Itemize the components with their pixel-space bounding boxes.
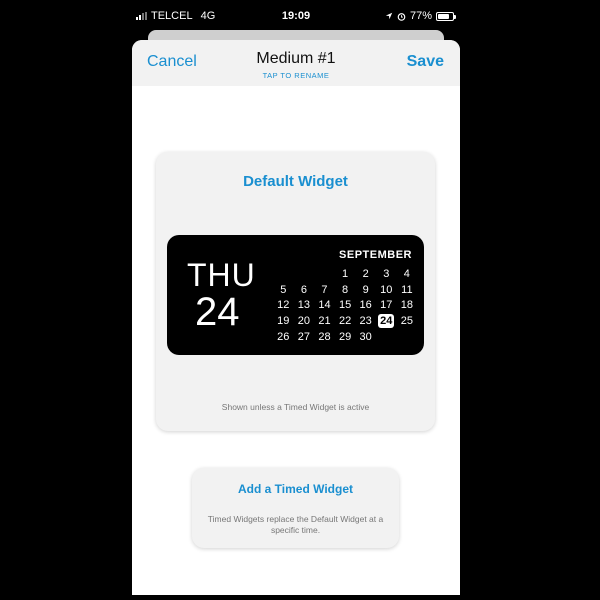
add-timed-widget-title: Add a Timed Widget — [237, 482, 353, 496]
calendar-day: 29 — [335, 329, 356, 345]
battery-icon — [436, 11, 456, 21]
calendar-day: 6 — [294, 282, 315, 298]
calendar-day: 20 — [294, 313, 315, 329]
calendar-day-number: 19 — [277, 315, 290, 328]
month-label: SEPTEMBER — [339, 249, 412, 261]
calendar-day-number: 29 — [338, 331, 352, 344]
calendar-day-number: 12 — [277, 299, 290, 312]
calendar-day: 10 — [376, 282, 397, 298]
calendar-day-number: 10 — [380, 283, 393, 296]
widget-editor-sheet: Cancel Medium #1 TAP TO RENAME Save Defa… — [132, 40, 460, 595]
calendar-day-number: 23 — [359, 315, 372, 328]
calendar-day: 4 — [397, 266, 418, 282]
nav-bar: Cancel Medium #1 TAP TO RENAME Save — [132, 40, 460, 86]
calendar-day: 21 — [314, 313, 335, 329]
default-widget-card[interactable]: Default Widget THU 24 SEPTEMBER 12345678… — [156, 152, 435, 431]
calendar-day: 27 — [294, 329, 315, 345]
default-widget-title: Default Widget — [243, 173, 348, 190]
calendar-day-number: 20 — [297, 315, 311, 328]
timed-widget-caption: Timed Widgets replace the Default Widget… — [207, 514, 384, 535]
calendar-day-number: 26 — [277, 331, 290, 344]
rename-hint[interactable]: TAP TO RENAME — [132, 71, 460, 80]
calendar-day-number: 8 — [342, 283, 349, 296]
calendar-day: 5 — [273, 282, 294, 298]
save-button[interactable]: Save — [407, 53, 444, 71]
calendar-day: 3 — [376, 266, 397, 282]
calendar-day: 30 — [355, 329, 376, 345]
calendar-day: 15 — [335, 298, 356, 314]
calendar-day-number: 24 — [378, 314, 395, 329]
calendar-day-number: 27 — [297, 331, 311, 344]
calendar-day: 12 — [273, 298, 294, 314]
date-number: 24 — [195, 290, 240, 334]
calendar-empty-cell — [314, 266, 335, 282]
calendar-day: 9 — [355, 282, 376, 298]
calendar-day-number: 6 — [300, 283, 307, 296]
calendar-day-number: 2 — [362, 267, 369, 280]
calendar-day: 18 — [397, 298, 418, 314]
calendar-day-number: 15 — [338, 299, 352, 312]
calendar-day-number: 1 — [342, 267, 349, 280]
calendar-day-number: 4 — [403, 267, 410, 280]
calendar-day-number: 21 — [318, 315, 331, 328]
calendar-empty-cell — [294, 266, 315, 282]
calendar-today: 24 — [376, 313, 397, 329]
battery-fill — [438, 13, 449, 19]
status-right: 77% — [385, 10, 456, 22]
battery-percent: 77% — [409, 10, 432, 22]
calendar-day-number: 7 — [321, 283, 328, 296]
calendar-day: 11 — [397, 282, 418, 298]
calendar-day: 22 — [335, 313, 356, 329]
calendar-day: 7 — [314, 282, 335, 298]
calendar-day: 16 — [355, 298, 376, 314]
calendar-empty-cell — [273, 266, 294, 282]
status-bar: TELCEL 4G 19:09 77% — [132, 0, 460, 32]
weekday-label: THU — [187, 257, 256, 293]
calendar-day-number: 17 — [380, 299, 393, 312]
calendar-day: 8 — [335, 282, 356, 298]
calendar-day-number: 13 — [297, 299, 311, 312]
calendar-day-number: 14 — [318, 299, 331, 312]
calendar-day-number: 22 — [338, 315, 352, 328]
calendar-day: 28 — [314, 329, 335, 345]
calendar-day: 13 — [294, 298, 315, 314]
calendar-day-number: 28 — [318, 331, 331, 344]
calendar-day: 1 — [335, 266, 356, 282]
add-timed-widget-button[interactable]: Add a Timed Widget Timed Widgets replace… — [192, 468, 399, 548]
calendar-day-number: 16 — [359, 299, 372, 312]
calendar-day-number: 11 — [401, 283, 413, 296]
calendar-day: 23 — [355, 313, 376, 329]
calendar-day: 14 — [314, 298, 335, 314]
calendar-grid: 1 2 3 4 5 6 7 8 9 10 11 12 13 14 15 16 17 18 19 20 21 22 23 24 2… — [273, 266, 417, 345]
calendar-day-number: 30 — [359, 331, 372, 344]
calendar-day-number: 25 — [400, 315, 413, 328]
alarm-icon — [397, 12, 406, 21]
calendar-day: 19 — [273, 313, 294, 329]
calendar-day-number: 5 — [280, 283, 287, 296]
calendar-day-number: 18 — [400, 299, 413, 312]
calendar-day: 17 — [376, 298, 397, 314]
calendar-day: 25 — [397, 313, 418, 329]
calendar-day: 26 — [273, 329, 294, 345]
location-icon — [385, 12, 393, 20]
default-widget-caption: Shown unless a Timed Widget is active — [221, 402, 370, 412]
widget-preview[interactable]: THU 24 SEPTEMBER 1 2 3 4 5 6 7 8 9 10 11 12 13 14 15 16… — [167, 235, 424, 355]
calendar-day-number: 3 — [383, 267, 390, 280]
calendar-day-number: 9 — [362, 283, 369, 296]
calendar-day: 2 — [355, 266, 376, 282]
